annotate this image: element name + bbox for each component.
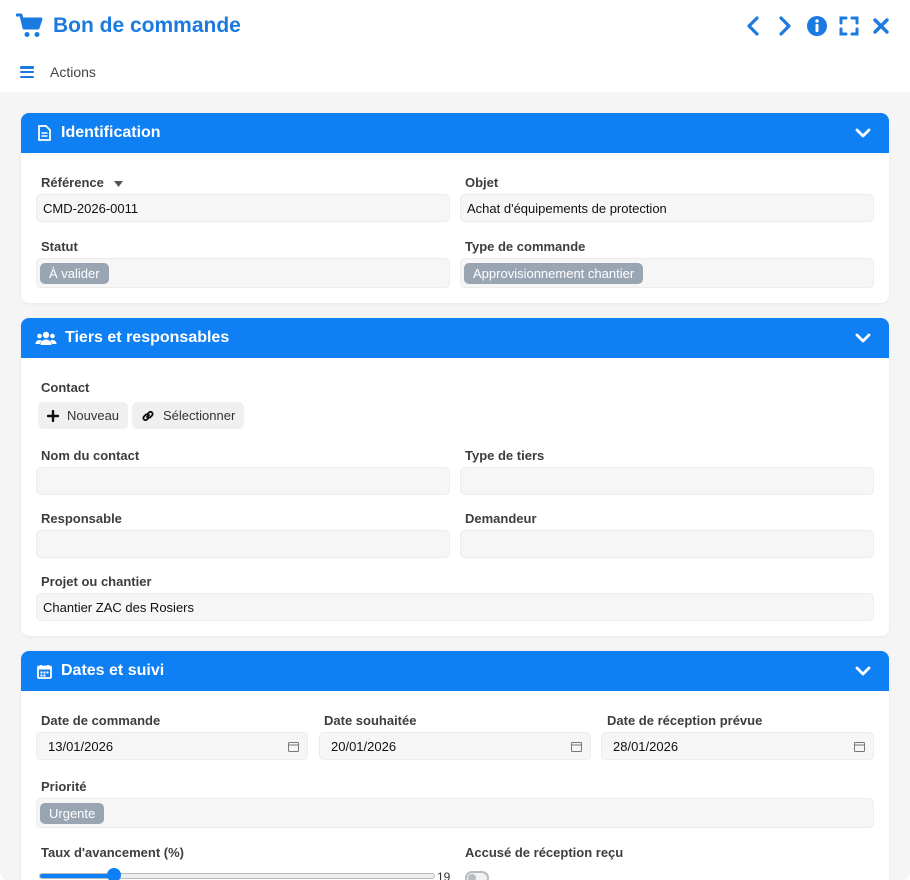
- chevron-down-icon[interactable]: [855, 663, 871, 679]
- nouveau-button[interactable]: Nouveau: [38, 402, 129, 429]
- avancement-label: Taux d'avancement (%): [41, 845, 184, 860]
- tiers-title: Tiers et responsables: [65, 329, 230, 346]
- projet-field[interactable]: Chantier ZAC des Rosiers: [36, 593, 874, 621]
- statut-field[interactable]: À valider: [36, 258, 450, 288]
- type-commande-label: Type de commande: [465, 239, 586, 254]
- dates-title: Dates et suivi: [61, 662, 165, 679]
- expand-icon[interactable]: [838, 15, 860, 37]
- projet-label: Projet ou chantier: [41, 574, 152, 589]
- avancement-slider-track[interactable]: [39, 873, 435, 879]
- date-reception-field[interactable]: 28/01/2026: [601, 732, 874, 760]
- type-commande-field[interactable]: Approvisionnement chantier: [460, 258, 874, 288]
- accuse-toggle[interactable]: [465, 871, 489, 880]
- actions-label: Actions: [50, 64, 96, 80]
- window-header: Bon de commande Actions: [0, 0, 910, 92]
- type-commande-badge: Approvisionnement chantier: [464, 262, 644, 284]
- reference-field[interactable]: CMD-2026-0011: [36, 194, 450, 222]
- document-icon: [35, 124, 53, 142]
- actions-menu[interactable]: Actions: [20, 64, 96, 80]
- calendar-icon[interactable]: [571, 741, 582, 752]
- responsable-field[interactable]: [36, 530, 450, 558]
- chevron-left-icon[interactable]: [742, 15, 764, 37]
- identification-header[interactable]: Identification: [21, 113, 889, 153]
- avancement-value: 19: [437, 870, 451, 880]
- dates-header[interactable]: Dates et suivi: [21, 651, 889, 691]
- date-souhaitee-field[interactable]: 20/01/2026: [319, 732, 591, 760]
- statut-badge: À valider: [40, 262, 109, 284]
- date-commande-label: Date de commande: [41, 713, 161, 728]
- calendar-icon[interactable]: [288, 741, 299, 752]
- menu-icon: [20, 66, 34, 78]
- contact-label: Contact: [41, 380, 90, 395]
- calendar-icon[interactable]: [854, 741, 865, 752]
- users-icon: [35, 329, 57, 347]
- chevron-down-icon[interactable]: [855, 125, 871, 141]
- avancement-slider-thumb[interactable]: [107, 868, 122, 880]
- type-tiers-label: Type de tiers: [465, 448, 545, 463]
- avancement-slider-fill: [40, 874, 116, 878]
- date-souhaitee-label: Date souhaitée: [324, 713, 417, 728]
- order-window: Bon de commande Actions Identification R…: [0, 0, 910, 880]
- identification-title: Identification: [61, 124, 161, 141]
- cart-icon: [16, 13, 43, 37]
- close-icon[interactable]: [870, 15, 892, 37]
- objet-label: Objet: [465, 175, 499, 190]
- nom-contact-label: Nom du contact: [41, 448, 140, 463]
- demandeur-field[interactable]: [460, 530, 874, 558]
- window-controls: [742, 14, 892, 38]
- statut-label: Statut: [41, 239, 78, 254]
- chevron-right-icon[interactable]: [774, 15, 796, 37]
- caret-down-icon[interactable]: [113, 180, 123, 187]
- date-commande-field[interactable]: 13/01/2026: [36, 732, 308, 760]
- link-icon: [142, 410, 154, 421]
- window-title: Bon de commande: [53, 14, 241, 37]
- plus-icon: [47, 409, 59, 422]
- chevron-down-icon[interactable]: [855, 330, 871, 346]
- tiers-header[interactable]: Tiers et responsables: [21, 318, 889, 358]
- responsable-label: Responsable: [41, 511, 122, 526]
- selectionner-button[interactable]: Sélectionner: [132, 402, 245, 429]
- info-icon[interactable]: [806, 15, 828, 37]
- accuse-label: Accusé de réception reçu: [465, 845, 624, 860]
- demandeur-label: Demandeur: [465, 511, 537, 526]
- reference-label: Référence: [41, 175, 123, 190]
- objet-field[interactable]: Achat d'équipements de protection: [460, 194, 874, 222]
- accuse-toggle-knob: [468, 874, 476, 880]
- nom-contact-field[interactable]: [36, 467, 450, 495]
- type-tiers-field[interactable]: [460, 467, 874, 495]
- date-reception-label: Date de réception prévue: [607, 713, 763, 728]
- priorite-field[interactable]: Urgente: [36, 798, 874, 828]
- priorite-badge: Urgente: [40, 802, 105, 824]
- calendar-icon: [35, 662, 53, 680]
- priorite-label: Priorité: [41, 779, 87, 794]
